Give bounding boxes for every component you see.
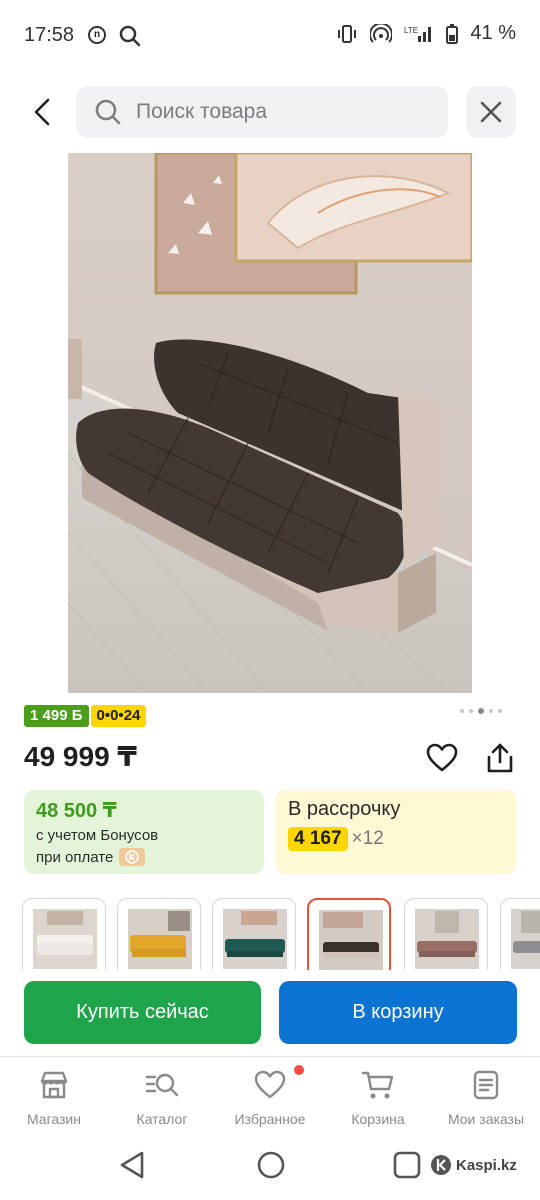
system-home-button[interactable]: [256, 1150, 286, 1185]
status-time: 17:58: [24, 24, 75, 46]
variant-thumb-dark-brown[interactable]: [307, 898, 391, 970]
orders-icon: [473, 1070, 499, 1100]
close-icon: [480, 101, 502, 123]
nav-label-orders: Мои заказы: [447, 1111, 525, 1127]
nav-item-favorites[interactable]: Избранное: [216, 1065, 324, 1127]
cart-icon: [361, 1071, 394, 1099]
installment-card[interactable]: В рассрочку 4 167 ×12: [276, 790, 516, 874]
bonus-price: 48 500 ₸: [36, 800, 117, 822]
gallery-dot-active: [478, 708, 484, 714]
heart-outline-icon: [254, 1070, 286, 1099]
status-indicators: LTE 41 %: [336, 22, 516, 45]
gallery-dot: [460, 709, 464, 713]
battery-percent: 41 %: [470, 22, 516, 44]
buy-now-button[interactable]: Купить сейчас: [24, 981, 261, 1044]
favorites-notification-dot: [294, 1065, 304, 1075]
search-status-icon: [118, 24, 142, 53]
installment-monthly: 4 167: [288, 827, 348, 851]
installment-title: В рассрочку: [288, 798, 401, 820]
installment-badge: 0•0•24: [90, 705, 147, 727]
installment-row: 4 167 ×12: [288, 827, 504, 851]
gallery-pagination: [460, 708, 502, 714]
variant-thumb-green[interactable]: [212, 898, 296, 970]
clear-search-button[interactable]: [466, 86, 516, 138]
bonus-price-card[interactable]: 48 500 ₸ с учетом Бонусов при оплате: [24, 790, 264, 874]
share-button[interactable]: [482, 740, 518, 776]
gallery-dot: [489, 709, 493, 713]
share-icon: [487, 743, 513, 773]
store-icon: [40, 1071, 68, 1099]
nav-item-orders[interactable]: Мои заказы: [432, 1067, 540, 1127]
nav-item-store[interactable]: Магазин: [0, 1067, 108, 1127]
signal-icon: LTE: [404, 24, 434, 44]
vibrate-icon: [336, 24, 358, 44]
square-recents-icon: [393, 1151, 421, 1179]
system-back-button[interactable]: [118, 1150, 148, 1185]
circle-home-icon: [257, 1151, 285, 1179]
nav-label-favorites: Избранное: [234, 1111, 306, 1127]
triangle-back-icon: [120, 1151, 144, 1179]
nav-label-catalog: Каталог: [136, 1111, 188, 1127]
search-input[interactable]: Поиск товара: [76, 86, 448, 138]
back-button[interactable]: [24, 92, 60, 132]
hotspot-icon: [370, 23, 393, 44]
color-variants: [22, 896, 540, 970]
system-nav-bar: Kaspi.kz: [0, 1136, 540, 1200]
search-placeholder: Поиск товара: [136, 100, 268, 123]
system-recents-button[interactable]: [392, 1150, 422, 1185]
heart-icon: [426, 743, 458, 772]
bonus-line-1: с учетом Бонусов: [36, 827, 159, 844]
installment-months: ×12: [351, 828, 384, 849]
product-image[interactable]: [68, 153, 472, 693]
chevron-left-icon: [34, 98, 50, 126]
notification-icon: n: [88, 26, 106, 44]
nav-item-cart[interactable]: Корзина: [324, 1067, 432, 1127]
search-header: Поиск товара: [0, 84, 540, 140]
search-icon: [95, 99, 121, 125]
svg-text:LTE: LTE: [404, 26, 418, 35]
variant-thumb-grey[interactable]: [500, 898, 540, 970]
bonus-badge: 1 499 Б: [24, 705, 89, 727]
add-to-favorites-button[interactable]: [424, 740, 460, 776]
variant-thumb-rose-brown[interactable]: [404, 898, 488, 970]
watermark-text: Kaspi.kz: [456, 1156, 517, 1174]
kaspi-watermark: Kaspi.kz: [430, 1154, 517, 1176]
gallery-dot: [469, 709, 473, 713]
bonus-line-2-row: при оплате: [36, 848, 252, 866]
add-to-cart-button[interactable]: В корзину: [279, 981, 517, 1044]
variant-thumb-white[interactable]: [22, 898, 106, 970]
variant-thumb-yellow[interactable]: [117, 898, 201, 970]
battery-icon: [446, 23, 459, 44]
promo-badges: 1 499 Б 0•0•24: [24, 705, 147, 727]
product-price: 49 999 ₸: [24, 741, 137, 772]
gallery-dot: [498, 709, 502, 713]
nav-label-cart: Корзина: [351, 1111, 405, 1127]
kaspi-logo-icon: [431, 1155, 451, 1175]
nav-item-catalog[interactable]: Каталог: [108, 1067, 216, 1127]
bottom-nav: Магазин Каталог Избранное Корзина Мои за…: [0, 1056, 540, 1136]
status-bar: 17:58 n LTE 41 %: [0, 0, 540, 72]
bonus-line-2: при оплате: [36, 848, 114, 866]
nav-label-store: Магазин: [26, 1111, 81, 1127]
kaspi-logo-icon: [119, 848, 146, 866]
catalog-search-icon: [145, 1073, 179, 1097]
